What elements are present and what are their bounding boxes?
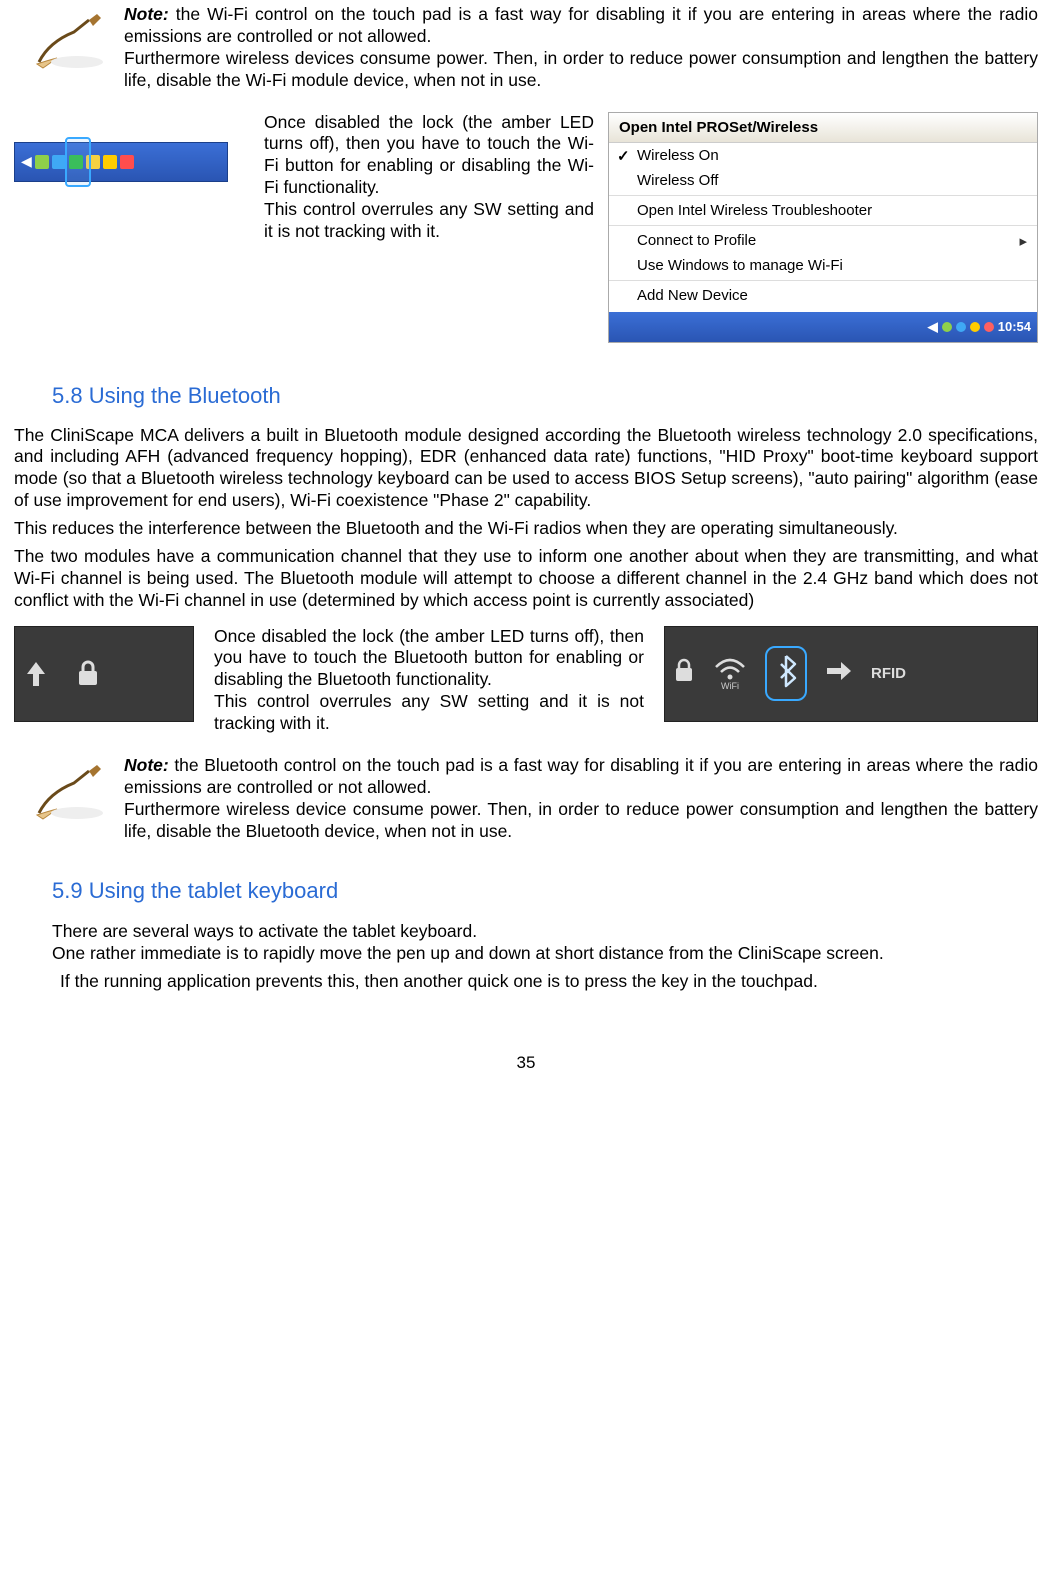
note-label: Note: (124, 4, 169, 24)
wifi-illustration-row: ◀ Once disabled the lock (the amber LED … (14, 112, 1038, 343)
menu-item-connect-profile: Connect to Profile (609, 228, 1037, 253)
menu-item-windows-manage: Use Windows to manage Wi-Fi (609, 253, 1037, 281)
wifi-unlock-text: Once disabled the lock (the amber LED tu… (264, 112, 594, 243)
s59-p3: If the running application prevents this… (14, 971, 1038, 993)
heading-5-8: 5.8 Using the Bluetooth (52, 383, 1038, 409)
bluetooth-illustration-row: Once disabled the lock (the amber LED tu… (14, 626, 1038, 735)
system-tray-image: ◀ (14, 142, 244, 182)
touchpad-left-image (14, 626, 194, 722)
heading-5-9: 5.9 Using the tablet keyboard (52, 878, 1038, 904)
bluetooth-unlock-text: Once disabled the lock (the amber LED tu… (214, 626, 644, 735)
lock-icon (75, 659, 101, 689)
intel-proset-menu: Open Intel PROSet/Wireless Wireless On W… (608, 112, 1038, 343)
menu-item-troubleshooter: Open Intel Wireless Troubleshooter (609, 198, 1037, 226)
pen-note-icon (14, 763, 124, 823)
wifi-icon: WiFi (713, 657, 747, 691)
menu-title: Open Intel PROSet/Wireless (609, 113, 1037, 143)
arrow-right-icon (825, 660, 853, 687)
note-bluetooth: Note: the Bluetooth control on the touch… (14, 755, 1038, 843)
menu-item-wireless-off: Wireless Off (609, 168, 1037, 196)
note-wifi: Note: the Wi-Fi control on the touch pad… (14, 4, 1038, 92)
pen-note-icon (14, 12, 124, 72)
touchpad-right-image: WiFi RFID (664, 626, 1038, 722)
arrow-up-icon (25, 660, 47, 688)
taskbar-clock: 10:54 (998, 319, 1031, 334)
note-wifi-text: Note: the Wi-Fi control on the touch pad… (124, 4, 1038, 92)
s58-p3: The two modules have a communication cha… (14, 546, 1038, 612)
s58-p1: The CliniScape MCA delivers a built in B… (14, 425, 1038, 513)
note-label: Note: (124, 755, 169, 775)
s59-p2: One rather immediate is to rapidly move … (14, 943, 1038, 965)
s58-p2: This reduces the interference between th… (14, 518, 1038, 540)
s59-p1: There are several ways to activate the t… (52, 920, 1038, 943)
bluetooth-icon (765, 646, 807, 701)
menu-item-add-device: Add New Device (609, 283, 1037, 312)
page-number: 35 (14, 1053, 1038, 1073)
menu-item-wireless-on: Wireless On (609, 143, 1037, 168)
note-bluetooth-text: Note: the Bluetooth control on the touch… (124, 755, 1038, 843)
lock-icon (673, 658, 695, 689)
rfid-label: RFID (871, 665, 906, 682)
tray-highlight-icon (65, 137, 91, 187)
taskbar-strip: ◀ 10:54 (609, 312, 1037, 342)
